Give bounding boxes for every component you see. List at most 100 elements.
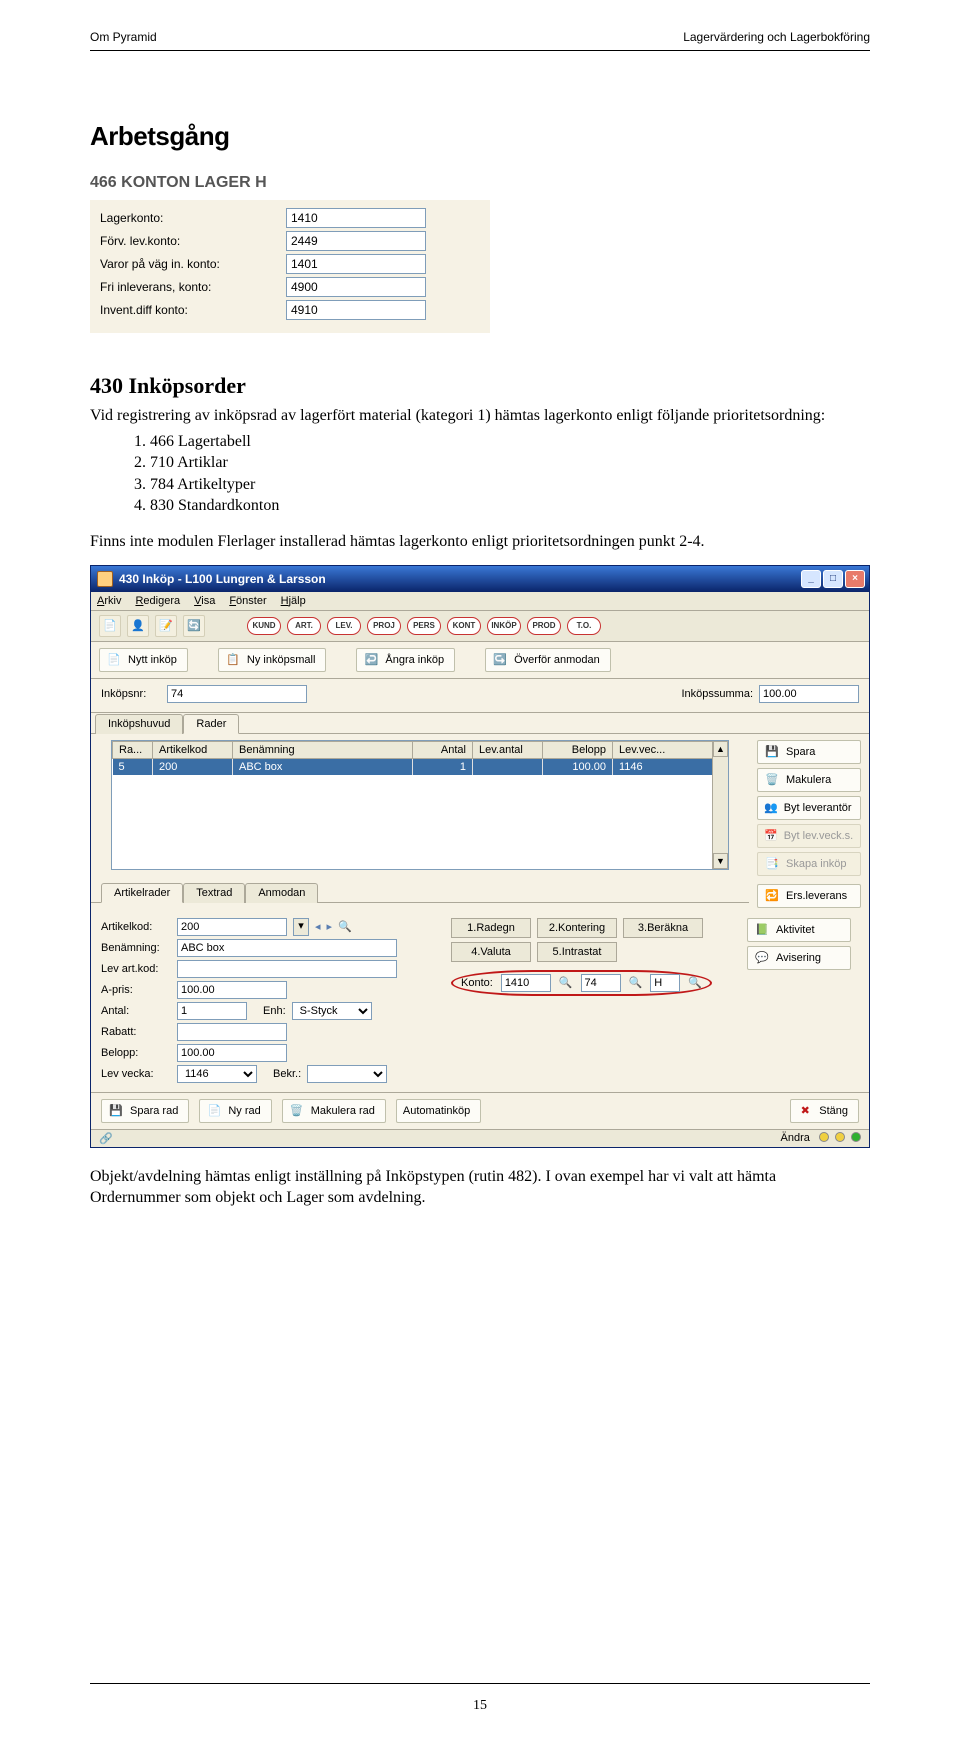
maximize-button[interactable]: □ [823, 570, 843, 588]
col-belopp[interactable]: Belopp [543, 741, 613, 758]
ny-inkopsmall-button[interactable]: 📋 Ny inköpsmall [218, 648, 326, 672]
col-levantal[interactable]: Lev.antal [473, 741, 543, 758]
menu-arkiv[interactable]: Arkiv [97, 595, 121, 607]
konto-input-2[interactable] [581, 974, 621, 992]
header-left: Om Pyramid [90, 30, 157, 44]
konton-input-1[interactable] [286, 231, 426, 251]
inkopsnr-input[interactable] [167, 685, 307, 703]
scroll-up-icon[interactable]: ▲ [713, 741, 728, 757]
antal-input[interactable] [177, 1002, 247, 1020]
automatinkop-button[interactable]: Automatinköp [396, 1099, 481, 1123]
valuta-button[interactable]: 4.Valuta [451, 942, 531, 962]
toolbar-actions: 📄 Nytt inköp 📋 Ny inköpsmall ↩️ Ångra in… [91, 642, 869, 679]
inkopssumma-input[interactable] [759, 685, 859, 703]
levvecka-select[interactable]: 1146 [177, 1065, 257, 1083]
tab-anmodan[interactable]: Anmodan [245, 883, 318, 903]
button-label: Nytt inköp [128, 654, 177, 666]
col-ra[interactable]: Ra... [113, 741, 153, 758]
nytt-inkop-button[interactable]: 📄 Nytt inköp [99, 648, 188, 672]
col-levvec[interactable]: Lev.vec... [613, 741, 728, 758]
bekr-select[interactable] [307, 1065, 387, 1083]
grid[interactable]: Ra... Artikelkod Benämning Antal Lev.ant… [111, 740, 729, 870]
chip-proj[interactable]: PROJ [367, 617, 401, 635]
overfor-anmodan-button[interactable]: ↪️ Överför anmodan [485, 648, 611, 672]
statusbar-link-icon[interactable]: 🔗 [99, 1132, 113, 1145]
angra-inkop-button[interactable]: ↩️ Ångra inköp [356, 648, 455, 672]
ny-rad-button[interactable]: 📄Ny rad [199, 1099, 271, 1123]
belopp-input[interactable] [177, 1044, 287, 1062]
chip-to[interactable]: T.O. [567, 617, 601, 635]
avisering-button[interactable]: 💬Avisering [747, 946, 851, 970]
konton-input-4[interactable] [286, 300, 426, 320]
tab-inkopshuvud[interactable]: Inköpshuvud [95, 714, 183, 734]
nav-next-icon[interactable]: ▸ [327, 920, 333, 933]
week-icon: 📅 [764, 828, 778, 844]
konton-input-3[interactable] [286, 277, 426, 297]
chip-lev[interactable]: LEV. [327, 617, 361, 635]
konton-input-0[interactable] [286, 208, 426, 228]
levartkod-input[interactable] [177, 960, 397, 978]
col-artikelkod[interactable]: Artikelkod [153, 741, 233, 758]
spara-rad-button[interactable]: 💾Spara rad [101, 1099, 189, 1123]
dropdown-icon[interactable]: ▾ [293, 918, 309, 936]
enh-select[interactable]: S-Styck [292, 1002, 372, 1020]
search-icon[interactable]: 🔍 [338, 920, 352, 933]
titlebar[interactable]: 430 Inköp - L100 Lungren & Larsson _ □ × [91, 566, 869, 592]
stang-button[interactable]: ✖Stäng [790, 1099, 859, 1123]
benamning-input[interactable] [177, 939, 397, 957]
aktivitet-button[interactable]: 📗Aktivitet [747, 918, 851, 942]
scroll-down-icon[interactable]: ▼ [713, 853, 728, 869]
chip-prod[interactable]: PROD [527, 617, 561, 635]
chip-kont[interactable]: KONT [447, 617, 481, 635]
menu-visa[interactable]: Visa [194, 595, 215, 607]
minimize-button[interactable]: _ [801, 570, 821, 588]
berakna-button[interactable]: 3.Beräkna [623, 918, 703, 938]
toolbar-icon[interactable]: 🔄 [183, 615, 205, 637]
intrastat-button[interactable]: 5.Intrastat [537, 942, 617, 962]
tab-artikelrader[interactable]: Artikelrader [101, 883, 183, 903]
col-benamning[interactable]: Benämning [233, 741, 413, 758]
search-icon[interactable]: 🔍 [559, 976, 573, 989]
chip-art[interactable]: ART. [287, 617, 321, 635]
levvecka-label: Lev vecka: [101, 1068, 171, 1080]
button-label: Skapa inköp [786, 858, 847, 870]
menu-redigera[interactable]: Redigera [135, 595, 180, 607]
close-window-button[interactable]: × [845, 570, 865, 588]
table-row[interactable]: 5 200 ABC box 1 100.00 1146 [113, 758, 728, 775]
byt-leverantor-button[interactable]: 👥Byt leverantör [757, 796, 861, 820]
spara-button[interactable]: 💾Spara [757, 740, 861, 764]
menu-hjalp[interactable]: Hjälp [281, 595, 306, 607]
toolbar-icon[interactable]: 📄 [99, 615, 121, 637]
button-label: Makulera [786, 774, 831, 786]
toolbar-icon[interactable]: 👤 [127, 615, 149, 637]
kontering-button[interactable]: 2.Kontering [537, 918, 617, 938]
ers-leverans-button[interactable]: 🔁Ers.leverans [757, 884, 861, 908]
konto-input-3[interactable] [650, 974, 680, 992]
menubar: Arkiv Redigera Visa Fönster Hjälp [91, 592, 869, 611]
konto-input-1[interactable] [501, 974, 551, 992]
scrollbar-vertical[interactable]: ▲ ▼ [712, 741, 728, 869]
rabatt-input[interactable] [177, 1023, 287, 1041]
toolbar-icon[interactable]: 📝 [155, 615, 177, 637]
menu-fonster[interactable]: Fönster [229, 595, 266, 607]
artikelkod-input[interactable] [177, 918, 287, 936]
cell-artikelkod: 200 [153, 758, 233, 775]
konto-label: Konto: [461, 977, 493, 989]
makulera-rad-button[interactable]: 🗑️Makulera rad [282, 1099, 386, 1123]
search-icon[interactable]: 🔍 [688, 976, 702, 989]
swap-icon: 👥 [764, 800, 778, 816]
tab-textrad[interactable]: Textrad [183, 883, 245, 903]
chip-inkop[interactable]: INKÖP [487, 617, 521, 635]
nav-prev-icon[interactable]: ◂ [315, 920, 321, 933]
makulera-button[interactable]: 🗑️Makulera [757, 768, 861, 792]
apris-input[interactable] [177, 981, 287, 999]
chip-kund[interactable]: KUND [247, 617, 281, 635]
tab-rader[interactable]: Rader [183, 714, 239, 734]
col-antal[interactable]: Antal [413, 741, 473, 758]
konton-input-2[interactable] [286, 254, 426, 274]
radegn-button[interactable]: 1.Radegn [451, 918, 531, 938]
status-bar: 🔗 Ändra [91, 1129, 869, 1147]
chip-pers[interactable]: PERS [407, 617, 441, 635]
button-label: Aktivitet [776, 924, 815, 936]
search-icon[interactable]: 🔍 [629, 976, 643, 989]
